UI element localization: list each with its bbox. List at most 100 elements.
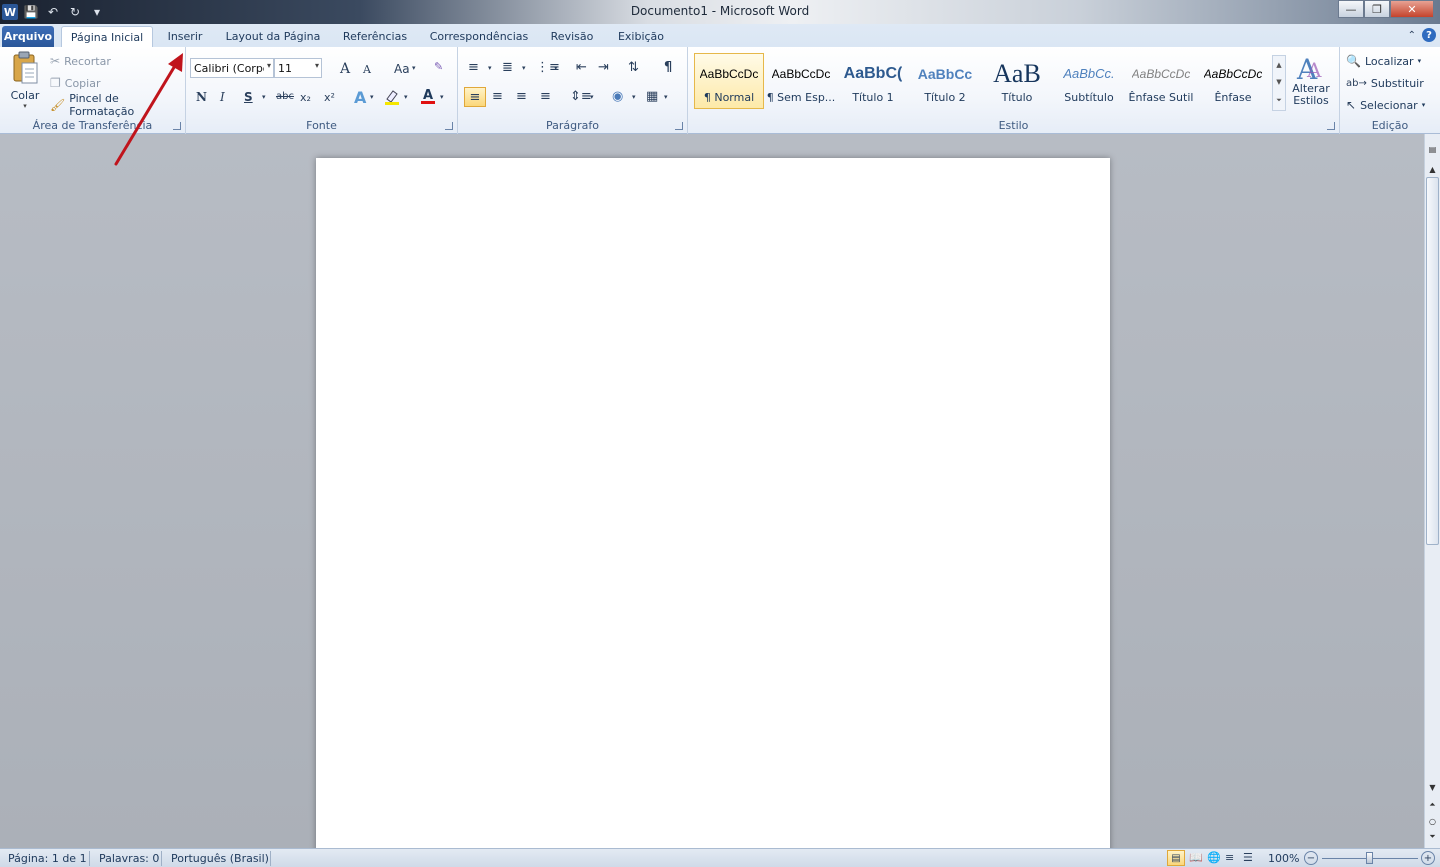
tab-mailings[interactable]: Correspondências [424,26,534,47]
style-heading-2[interactable]: AaBbCc Título 2 [910,53,980,109]
text-effects-icon[interactable]: A [354,88,366,107]
shrink-font-icon[interactable]: A [363,63,371,76]
zoom-out-icon[interactable]: − [1304,851,1318,865]
change-case-icon[interactable]: Aa [394,62,410,76]
style-heading-1[interactable]: AaBbC( Título 1 [838,53,908,109]
scroll-up-icon[interactable]: ▲ [1425,162,1440,176]
full-screen-reading-icon[interactable]: 📖 [1189,851,1203,864]
close-button[interactable]: ✕ [1390,0,1434,18]
gallery-down-icon[interactable]: ▼ [1276,78,1281,86]
bold-button[interactable]: N [196,90,207,104]
style-title[interactable]: AaB Título [982,53,1052,109]
style-no-spacing[interactable]: AaBbCcDc ¶ Sem Esp... [766,53,836,109]
word-count-status[interactable]: Palavras: 0 [99,852,159,865]
styles-dialog-launcher-icon[interactable] [1327,122,1335,130]
gallery-more-icon[interactable]: ⏷ [1276,96,1282,105]
next-page-icon[interactable]: ⏷ [1425,830,1440,844]
clear-formatting-icon[interactable]: ✎ [434,60,443,73]
minimize-button[interactable]: — [1338,0,1364,18]
scroll-down-icon[interactable]: ▼ [1425,780,1440,794]
browse-object-icon[interactable]: ○ [1425,814,1440,828]
highlight-icon[interactable] [384,89,400,105]
multilevel-dropdown-icon[interactable]: ▾ [554,64,558,72]
previous-page-icon[interactable]: ⏶ [1425,798,1440,812]
tab-insert[interactable]: Inserir [160,26,210,47]
zoom-level[interactable]: 100% [1268,852,1299,865]
change-case-dropdown-icon[interactable]: ▾ [412,64,416,72]
document-page[interactable] [316,158,1110,858]
grow-font-icon[interactable]: A [340,61,350,77]
show-formatting-marks-icon[interactable]: ¶ [664,60,672,75]
ruler-toggle-icon[interactable]: ▤ [1425,142,1440,156]
font-color-icon[interactable]: A [420,87,436,105]
page-count-status[interactable]: Página: 1 de 1 [8,852,87,865]
borders-icon[interactable]: ▦ [646,89,658,104]
style-normal[interactable]: AaBbCcDc ¶ Normal [694,53,764,109]
numbering-dropdown-icon[interactable]: ▾ [522,64,526,72]
scroll-thumb[interactable] [1426,177,1439,545]
numbering-icon[interactable]: ≣ [502,60,513,75]
find-button[interactable]: 🔍 Localizar ▾ [1346,52,1421,70]
highlight-dropdown-icon[interactable]: ▾ [404,93,408,101]
text-effects-dropdown-icon[interactable]: ▾ [370,93,374,101]
underline-button[interactable]: S [244,90,253,104]
language-status[interactable]: Português (Brasil) [171,852,269,865]
shading-dropdown-icon[interactable]: ▾ [632,93,636,101]
web-layout-icon[interactable]: 🌐 [1207,851,1221,864]
align-left-button[interactable]: ≡ [464,87,486,107]
zoom-slider-thumb[interactable] [1366,852,1373,864]
borders-dropdown-icon[interactable]: ▾ [664,93,668,101]
justify-icon[interactable]: ≡ [540,89,551,104]
line-spacing-icon[interactable]: ⇕≡ [570,89,592,104]
font-dialog-launcher-icon[interactable] [445,122,453,130]
replace-button[interactable]: ab→ Substituir [1346,74,1424,92]
print-layout-view-icon[interactable]: ▤ [1167,850,1185,866]
style-emphasis[interactable]: AaBbCcDc Ênfase [1198,53,1268,109]
superscript-button[interactable]: x² [324,91,335,104]
paste-button[interactable]: Colar ▾ [6,51,44,113]
format-painter-button[interactable]: 🖌 Pincel de Formatação [50,92,185,118]
align-right-icon[interactable]: ≡ [516,89,527,104]
vertical-scrollbar[interactable]: ▤ ▲ ▼ ⏶ ○ ⏷ [1424,134,1440,848]
tab-references[interactable]: Referências [336,26,414,47]
line-spacing-dropdown-icon[interactable]: ▾ [590,93,594,101]
sort-icon[interactable]: ⇅ [628,60,639,75]
style-subtitle[interactable]: AaBbCc. Subtítulo [1054,53,1124,109]
tab-review[interactable]: Revisão [544,26,600,47]
paste-dropdown-icon[interactable]: ▾ [23,102,27,110]
draft-view-icon[interactable]: ☰ [1243,851,1253,864]
bullets-dropdown-icon[interactable]: ▾ [488,64,492,72]
cut-button[interactable]: ✂ Recortar [50,52,111,70]
tab-home[interactable]: Página Inicial [61,26,153,48]
gallery-up-icon[interactable]: ▲ [1276,61,1281,69]
tab-page-layout[interactable]: Layout da Página [220,26,326,47]
copy-button[interactable]: ❐ Copiar [50,74,100,92]
select-button[interactable]: ↖ Selecionar ▾ [1346,96,1425,114]
cursor-icon: ↖ [1346,98,1357,112]
italic-button[interactable]: I [220,90,225,104]
decrease-indent-icon[interactable]: ⇤ [576,60,587,75]
bullets-icon[interactable]: ≡ [468,60,479,75]
font-color-dropdown-icon[interactable]: ▾ [440,93,444,101]
cut-label: Recortar [64,54,111,68]
tab-view[interactable]: Exibição [610,26,672,47]
style-subtle-emphasis[interactable]: AaBbCcDc Ênfase Sutil [1126,53,1196,109]
outline-view-icon[interactable]: ≡ [1225,851,1234,864]
paragraph-dialog-launcher-icon[interactable] [675,122,683,130]
group-editing: 🔍 Localizar ▾ ab→ Substituir ↖ Seleciona… [1340,47,1440,134]
subscript-button[interactable]: x₂ [300,91,311,104]
font-size-select[interactable]: 11 ▾ [274,58,322,78]
clipboard-dialog-launcher-icon[interactable] [173,122,181,130]
help-icon[interactable]: ? [1422,28,1436,42]
font-family-select[interactable]: Calibri (Corpo) ▾ [190,58,274,78]
align-center-icon[interactable]: ≡ [492,89,503,104]
underline-dropdown-icon[interactable]: ▾ [262,93,266,101]
shading-icon[interactable]: ◉ [612,89,623,104]
zoom-in-icon[interactable]: + [1421,851,1435,865]
strikethrough-button[interactable]: abc [276,91,294,102]
increase-indent-icon[interactable]: ⇥ [598,60,609,75]
minimize-ribbon-icon[interactable]: ⌃ [1408,30,1416,41]
tab-file[interactable]: Arquivo [2,26,54,47]
maximize-button[interactable]: ❐ [1364,0,1390,18]
change-styles-button[interactable]: A A Alterar Estilos [1288,53,1334,115]
